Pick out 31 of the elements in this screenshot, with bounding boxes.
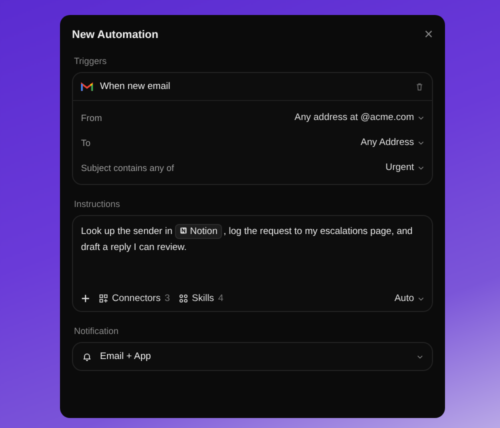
- instructions-text: Look up the sender in Notion , log the request to my escalations page, and draft a reply I can review.: [81, 224, 414, 255]
- mail-logo-icon: [81, 82, 93, 92]
- delete-icon[interactable]: [415, 82, 424, 91]
- instructions-field[interactable]: Look up the sender in Notion , log the request to my escalations page, and draft a reply I can review. Connectors 3 Skills 4 Auto: [72, 215, 433, 312]
- condition-dropdown[interactable]: Any address at @acme.com: [294, 112, 424, 123]
- chevron-down-icon: [418, 140, 424, 144]
- notion-chip[interactable]: Notion: [175, 224, 222, 239]
- connectors-button[interactable]: Connectors 3: [99, 293, 170, 304]
- section-label: Notification: [74, 326, 120, 336]
- chevron-down-icon: [417, 354, 423, 358]
- condition-label: To: [81, 138, 91, 148]
- trigger-name: When new email: [100, 81, 172, 92]
- chevron-down-icon: [418, 296, 424, 300]
- add-icon[interactable]: [81, 294, 90, 303]
- document-icon: [180, 227, 188, 234]
- chevron-down-icon: [418, 166, 424, 170]
- condition-label: Subject contains any of: [81, 162, 174, 172]
- section-label: Instructions: [74, 199, 122, 209]
- condition-label: From: [81, 112, 102, 122]
- condition-dropdown[interactable]: Any Address: [360, 137, 424, 148]
- close-button[interactable]: ×: [424, 27, 433, 42]
- grid-plus-icon: [99, 294, 108, 303]
- condition-dropdown[interactable]: Urgent: [385, 162, 424, 173]
- bell-icon: [82, 352, 92, 362]
- skills-button[interactable]: Skills 4: [178, 293, 224, 304]
- dots-grid-icon: [178, 294, 188, 303]
- dialog-title: New Automation: [72, 28, 158, 40]
- model-dropdown[interactable]: Auto: [394, 293, 424, 304]
- chevron-down-icon: [418, 116, 424, 120]
- notification-dropdown[interactable]: Email + App: [72, 342, 433, 371]
- section-label: Triggers: [74, 56, 108, 66]
